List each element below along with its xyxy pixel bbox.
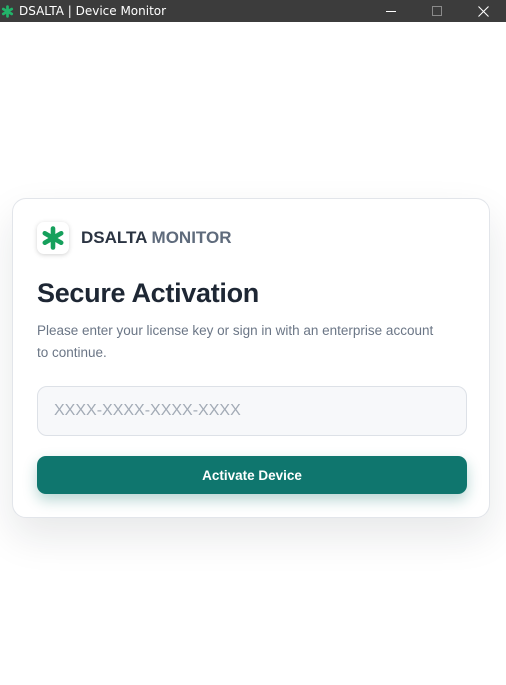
activate-device-button[interactable]: Activate Device xyxy=(37,456,467,494)
asterisk-logo-icon xyxy=(42,226,64,250)
minimize-icon xyxy=(386,11,396,12)
window-titlebar[interactable]: DSALTA | Device Monitor xyxy=(0,0,506,22)
window-controls xyxy=(368,0,506,22)
asterisk-icon xyxy=(0,4,14,18)
brand-name-suffix: MONITOR xyxy=(151,228,232,247)
brand-name: DSALTA MONITOR xyxy=(81,228,232,248)
activation-card: DSALTA MONITOR Secure Activation Please … xyxy=(12,198,490,518)
brand-name-main: DSALTA xyxy=(81,228,147,247)
page-title: Secure Activation xyxy=(37,278,259,308)
license-key-input[interactable] xyxy=(37,386,467,436)
maximize-button[interactable] xyxy=(414,0,460,22)
close-icon xyxy=(477,5,489,17)
window-title: DSALTA | Device Monitor xyxy=(19,4,167,18)
close-button[interactable] xyxy=(460,0,506,22)
minimize-button[interactable] xyxy=(368,0,414,22)
activation-description: Please enter your license key or sign in… xyxy=(37,323,434,360)
brand: DSALTA MONITOR xyxy=(37,222,232,254)
brand-logo xyxy=(37,222,69,254)
maximize-icon xyxy=(432,6,442,16)
